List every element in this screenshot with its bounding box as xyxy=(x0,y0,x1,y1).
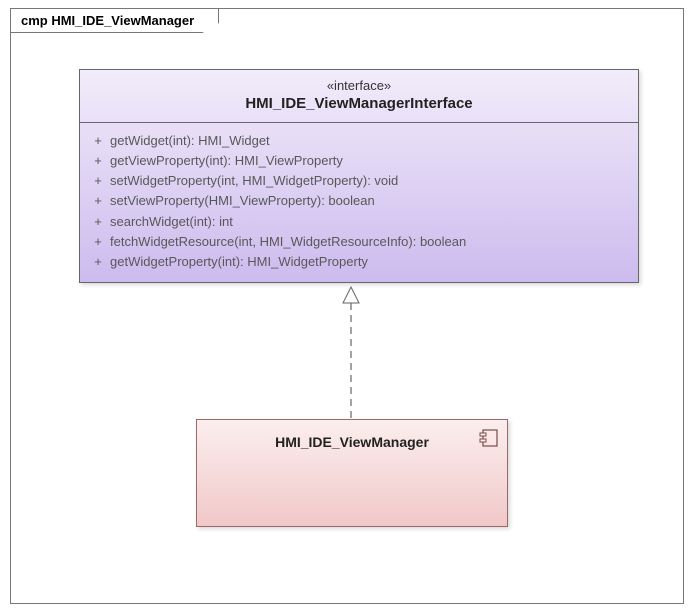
operation-row: + searchWidget(int): int xyxy=(86,212,632,232)
realization-connector xyxy=(341,287,343,407)
interface-header: «interface» HMI_IDE_ViewManagerInterface xyxy=(80,70,638,123)
operation-visibility: + xyxy=(86,252,110,272)
operations-compartment: + getWidget(int): HMI_Widget + getViewPr… xyxy=(80,123,638,282)
frame-label: cmp HMI_IDE_ViewManager xyxy=(10,8,219,33)
operation-signature: fetchWidgetResource(int, HMI_WidgetResou… xyxy=(110,232,632,252)
operation-signature: setWidgetProperty(int, HMI_WidgetPropert… xyxy=(110,171,632,191)
operation-signature: setViewProperty(HMI_ViewProperty): boole… xyxy=(110,191,632,211)
component-classifier: HMI_IDE_ViewManager xyxy=(196,419,508,527)
operation-visibility: + xyxy=(86,232,110,252)
operation-visibility: + xyxy=(86,212,110,232)
operation-signature: getViewProperty(int): HMI_ViewProperty xyxy=(110,151,632,171)
operation-row: + getViewProperty(int): HMI_ViewProperty xyxy=(86,151,632,171)
operation-visibility: + xyxy=(86,191,110,211)
operation-row: + getWidgetProperty(int): HMI_WidgetProp… xyxy=(86,252,632,272)
operation-row: + getWidget(int): HMI_Widget xyxy=(86,131,632,151)
diagram-frame: cmp HMI_IDE_ViewManager «interface» HMI_… xyxy=(10,8,684,604)
interface-stereotype: «interface» xyxy=(84,78,634,93)
interface-classifier: «interface» HMI_IDE_ViewManagerInterface… xyxy=(79,69,639,283)
operation-visibility: + xyxy=(86,151,110,171)
component-icon xyxy=(479,428,499,448)
component-name: HMI_IDE_ViewManager xyxy=(197,420,507,450)
operation-row: + fetchWidgetResource(int, HMI_WidgetRes… xyxy=(86,232,632,252)
operation-visibility: + xyxy=(86,171,110,191)
operation-signature: getWidgetProperty(int): HMI_WidgetProper… xyxy=(110,252,632,272)
operation-signature: searchWidget(int): int xyxy=(110,212,632,232)
operation-visibility: + xyxy=(86,131,110,151)
interface-name: HMI_IDE_ViewManagerInterface xyxy=(84,95,634,112)
operation-row: + setViewProperty(HMI_ViewProperty): boo… xyxy=(86,191,632,211)
operation-row: + setWidgetProperty(int, HMI_WidgetPrope… xyxy=(86,171,632,191)
operation-signature: getWidget(int): HMI_Widget xyxy=(110,131,632,151)
triangle-arrowhead-icon xyxy=(343,287,359,303)
